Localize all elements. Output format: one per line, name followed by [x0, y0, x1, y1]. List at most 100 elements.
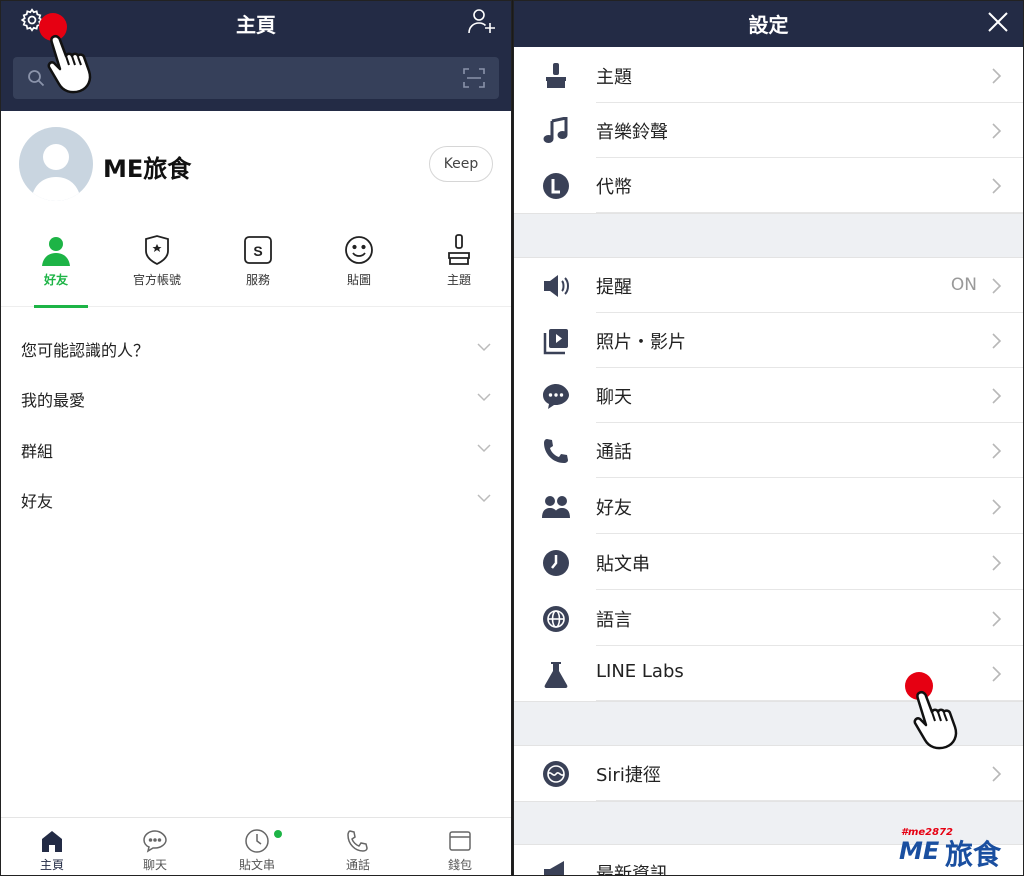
- avatar[interactable]: [19, 127, 93, 201]
- section-label: 您可能認識的人？: [21, 341, 150, 360]
- settings-row-timeline[interactable]: 貼文串: [514, 535, 1023, 590]
- chevron-right-icon: [992, 388, 1002, 404]
- nav-label: 錢包: [447, 858, 472, 872]
- profile-name[interactable]: ME旅食: [103, 149, 191, 184]
- row-label: 音樂鈴聲: [596, 122, 668, 143]
- settings-header: 設定: [514, 1, 1023, 47]
- speaker-icon: [544, 275, 569, 297]
- notification-dot: [274, 830, 282, 838]
- svg-text:S: S: [253, 243, 262, 259]
- row-label: 好友: [596, 498, 632, 519]
- row-label: 提醒: [596, 277, 632, 298]
- home-screen: 主頁 ME旅食 Keep 好友 官方帳號 S 服務 貼圖 主題 您可能認識的人？…: [0, 0, 512, 876]
- tab-stickers[interactable]: 貼圖: [309, 229, 409, 307]
- chevron-right-icon: [992, 611, 1002, 627]
- phone-icon: [544, 439, 568, 463]
- settings-row-ringtones[interactable]: 音樂鈴聲: [514, 103, 1023, 158]
- chevron-right-icon: [992, 178, 1002, 194]
- home-icon: [42, 831, 62, 852]
- section-gap: [514, 213, 1023, 258]
- globe-icon: [543, 606, 569, 632]
- row-label: Siri捷徑: [596, 765, 661, 786]
- row-label: 聊天: [596, 387, 632, 408]
- chevron-down-icon: [477, 494, 491, 503]
- section-groups[interactable]: 群組: [1, 424, 511, 474]
- official-shield-icon: [145, 235, 169, 266]
- search-input[interactable]: [53, 65, 433, 91]
- add-friend-icon[interactable]: [467, 7, 497, 35]
- row-label: 照片・影片: [596, 332, 686, 353]
- settings-row-notifications[interactable]: 提醒 ON: [514, 258, 1023, 313]
- keep-button[interactable]: Keep: [429, 146, 493, 182]
- photo-video-icon: [543, 329, 568, 355]
- chevron-down-icon: [477, 393, 491, 402]
- tab-services[interactable]: S 服務: [208, 229, 308, 307]
- nav-timeline[interactable]: 貼文串: [207, 824, 307, 873]
- paintbrush-icon: [448, 234, 470, 265]
- tab-themes[interactable]: 主題: [409, 229, 509, 307]
- watermark-brand-latin: ME: [899, 837, 940, 865]
- chevron-right-icon: [992, 333, 1002, 349]
- tab-label: 主題: [446, 273, 471, 287]
- row-label: 貼文串: [596, 554, 650, 575]
- chevron-right-icon: [992, 766, 1002, 782]
- settings-row-themes[interactable]: 主題: [514, 48, 1023, 103]
- phone-icon: [347, 830, 368, 852]
- services-icon: S: [244, 236, 272, 264]
- friends-icon: [542, 496, 570, 518]
- nav-label: 貼文串: [238, 858, 275, 872]
- siri-icon: [543, 761, 569, 787]
- settings-row-chats[interactable]: 聊天: [514, 368, 1023, 423]
- brand-watermark: #me2872 ME 旅食: [899, 827, 1017, 871]
- home-tabs: 好友 官方帳號 S 服務 貼圖 主題: [1, 229, 511, 308]
- wallet-icon: [449, 831, 471, 851]
- settings-row-calls[interactable]: 通話: [514, 423, 1023, 478]
- chevron-right-icon: [992, 68, 1002, 84]
- row-label: LINE Labs: [596, 661, 684, 682]
- page-title: 設定: [748, 13, 789, 37]
- pointing-hand-icon: [47, 34, 92, 94]
- tab-label: 服務: [245, 273, 270, 287]
- coin-icon: [543, 173, 569, 199]
- section-label: 我的最愛: [21, 391, 86, 410]
- nav-chat[interactable]: 聊天: [105, 824, 205, 873]
- bottom-nav: 主頁 聊天 貼文串 通話 錢包: [1, 817, 511, 875]
- default-avatar-icon: [31, 144, 81, 201]
- settings-row-photos-videos[interactable]: 照片・影片: [514, 313, 1023, 368]
- chevron-right-icon: [992, 123, 1002, 139]
- watermark-brand-cn: 旅食: [945, 838, 1002, 871]
- nav-label: 聊天: [142, 858, 167, 872]
- chevron-down-icon: [477, 444, 491, 453]
- smiley-icon: [345, 236, 373, 264]
- megaphone-icon: [544, 861, 564, 875]
- chat-icon: [143, 830, 167, 853]
- tab-friends[interactable]: 好友: [6, 229, 106, 308]
- row-label: 語言: [596, 610, 632, 631]
- settings-row-siri-shortcuts[interactable]: Siri捷徑: [514, 746, 1023, 801]
- section-friends[interactable]: 好友: [1, 474, 511, 524]
- section-suggested[interactable]: 您可能認識的人？: [1, 323, 511, 373]
- settings-row-language[interactable]: 語言: [514, 591, 1023, 646]
- qr-scan-icon[interactable]: [463, 68, 485, 88]
- section-favorites[interactable]: 我的最愛: [1, 373, 511, 423]
- section-label: 群組: [21, 442, 54, 461]
- clock-icon: [245, 829, 269, 853]
- chevron-right-icon: [992, 278, 1002, 294]
- tab-official-accounts[interactable]: 官方帳號: [107, 229, 207, 307]
- settings-row-friends[interactable]: 好友: [514, 479, 1023, 534]
- chevron-right-icon: [992, 499, 1002, 515]
- settings-row-coins[interactable]: 代幣: [514, 158, 1023, 213]
- chevron-right-icon: [992, 555, 1002, 571]
- nav-wallet[interactable]: 錢包: [410, 824, 510, 873]
- nav-calls[interactable]: 通話: [308, 824, 408, 873]
- nav-home[interactable]: 主頁: [2, 824, 102, 873]
- close-icon[interactable]: [987, 11, 1009, 33]
- row-label: 代幣: [596, 177, 632, 198]
- row-label: 最新資訊: [596, 864, 668, 876]
- person-icon: [42, 237, 70, 266]
- section-label: 好友: [21, 492, 54, 511]
- tab-label: 官方帳號: [132, 273, 181, 287]
- flask-icon: [544, 662, 568, 688]
- pointing-hand-icon: [913, 690, 958, 750]
- tab-label: 好友: [43, 273, 68, 287]
